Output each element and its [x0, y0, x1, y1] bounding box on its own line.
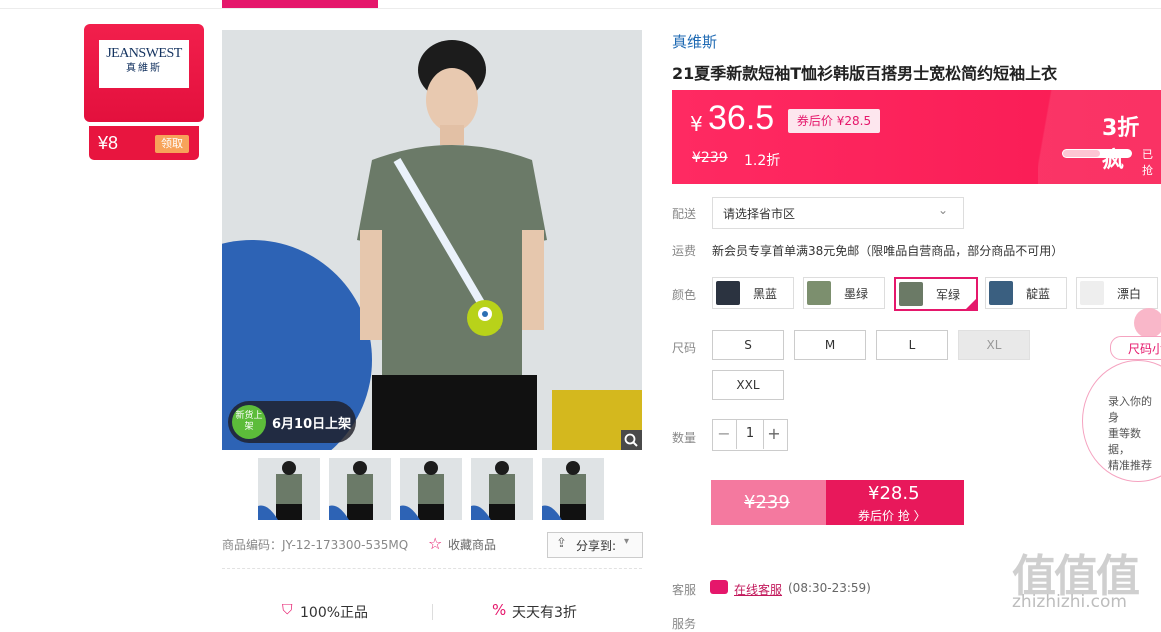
size-option: XL — [958, 330, 1030, 360]
current-price: 36.5 — [708, 99, 775, 137]
freight-label: 运费 — [672, 244, 697, 258]
after-coupon-price-tag: 券后价 ¥28.5 — [788, 109, 880, 133]
color-swatch — [989, 281, 1013, 305]
thumbnail[interactable] — [471, 458, 533, 520]
new-arrival-icon: 新货上架 — [232, 405, 266, 439]
original-price: ¥239 — [692, 150, 728, 166]
thumbnail[interactable] — [329, 458, 391, 520]
share-label: 分享到: — [576, 539, 617, 553]
product-title: 21夏季新款短袖T恤衫韩版百搭男士宽松简约短袖上衣 — [672, 64, 1058, 83]
quantity-label: 数量 — [672, 431, 697, 445]
zoom-icon[interactable] — [621, 430, 642, 450]
chat-icon — [710, 580, 728, 594]
size-helper-label: 尺码小 — [1128, 342, 1161, 356]
freight-info: 新会员专享首单满38元免邮（限唯品自营商品，部分商品不可用） — [712, 244, 1064, 258]
color-label: 颜色 — [672, 288, 697, 302]
brand-logo-subtext: 真維斯 — [126, 63, 162, 74]
size-option[interactable]: XXL — [712, 370, 784, 400]
address-placeholder: 请选择省市区 — [723, 207, 796, 221]
watermark-url: zhizhizhi.com — [1012, 592, 1127, 612]
color-option[interactable]: 黑蓝 — [712, 277, 794, 309]
thumbnail[interactable] — [258, 458, 320, 520]
quantity-increase-button[interactable]: + — [762, 419, 786, 449]
color-swatch — [807, 281, 831, 305]
color-option[interactable]: 靛蓝 — [985, 277, 1067, 309]
color-option-label: 靛蓝 — [1026, 287, 1051, 301]
brand-logo[interactable]: JEANSWEST 真維斯 — [99, 40, 189, 88]
thumbnail[interactable] — [400, 458, 462, 520]
brand-logo-text: JEANSWEST — [106, 46, 182, 61]
size-label: 尺码 — [672, 341, 697, 355]
color-swatch — [899, 282, 923, 306]
divider — [222, 568, 642, 569]
favorite-button[interactable]: 收藏商品 — [448, 536, 496, 553]
thumbnail[interactable] — [542, 458, 604, 520]
color-option-label: 黑蓝 — [753, 287, 778, 301]
service-label: 客服 — [672, 583, 697, 597]
chevron-down-icon: ▾ — [624, 536, 630, 547]
buy-coupon-label: 券后价 抢 〉 — [858, 509, 926, 523]
mascot-icon — [1134, 308, 1161, 338]
star-icon[interactable]: ☆ — [428, 534, 442, 553]
color-option[interactable]: 漂白 — [1076, 277, 1158, 309]
claim-coupon-button[interactable]: 领取 — [155, 135, 189, 153]
model-photo — [222, 30, 642, 450]
color-option[interactable]: 军绿 — [894, 277, 978, 311]
guarantee-discount: 天天有3折 — [512, 605, 577, 621]
color-swatch — [1080, 281, 1104, 305]
new-arrival-date: 6月10日上架 — [272, 417, 352, 432]
sold-label: 已抢 — [1142, 148, 1153, 177]
coupon-value: ¥8 — [98, 133, 119, 153]
brand-link[interactable]: 真维斯 — [672, 31, 717, 52]
quantity-decrease-button[interactable]: − — [712, 419, 736, 449]
quantity-input[interactable]: 1 — [736, 419, 764, 449]
guarantee-authentic: 100%正品 — [300, 605, 369, 621]
size-option[interactable]: L — [876, 330, 948, 360]
size-option[interactable]: M — [794, 330, 866, 360]
shield-icon: ⛉ — [282, 602, 293, 618]
color-option-label: 漂白 — [1117, 287, 1142, 301]
buy-coupon-price: ¥28.5 — [868, 483, 920, 504]
promo-label: 服务 — [672, 617, 697, 631]
delivery-label: 配送 — [672, 207, 697, 221]
service-hours: (08:30-23:59) — [788, 581, 871, 595]
chevron-down-icon: ⌄ — [938, 203, 949, 217]
color-option-label: 军绿 — [936, 288, 961, 302]
online-service-link[interactable]: 在线客服 — [734, 581, 782, 598]
color-option[interactable]: 墨绿 — [803, 277, 885, 309]
currency-symbol: ¥ — [690, 112, 703, 136]
product-sku: 商品编码：JY-12-173300-535MQ — [222, 538, 409, 552]
color-option-label: 墨绿 — [844, 287, 869, 301]
size-helper-text: 录入你的身 重等数据， 精准推荐 — [1108, 395, 1152, 472]
top-divider — [0, 8, 1161, 9]
selected-check-icon — [964, 297, 978, 311]
sold-progress-fill — [1063, 150, 1100, 157]
buy-original-price: ¥239 — [744, 492, 790, 513]
size-option[interactable]: S — [712, 330, 784, 360]
main-product-image[interactable] — [222, 30, 642, 450]
discount-icon: % — [492, 601, 507, 619]
divider — [432, 604, 433, 620]
active-nav-indicator — [222, 0, 378, 8]
color-swatch — [716, 281, 740, 305]
share-icon: ⇪ — [556, 536, 567, 551]
discount-rate: 1.2折 — [744, 153, 781, 169]
